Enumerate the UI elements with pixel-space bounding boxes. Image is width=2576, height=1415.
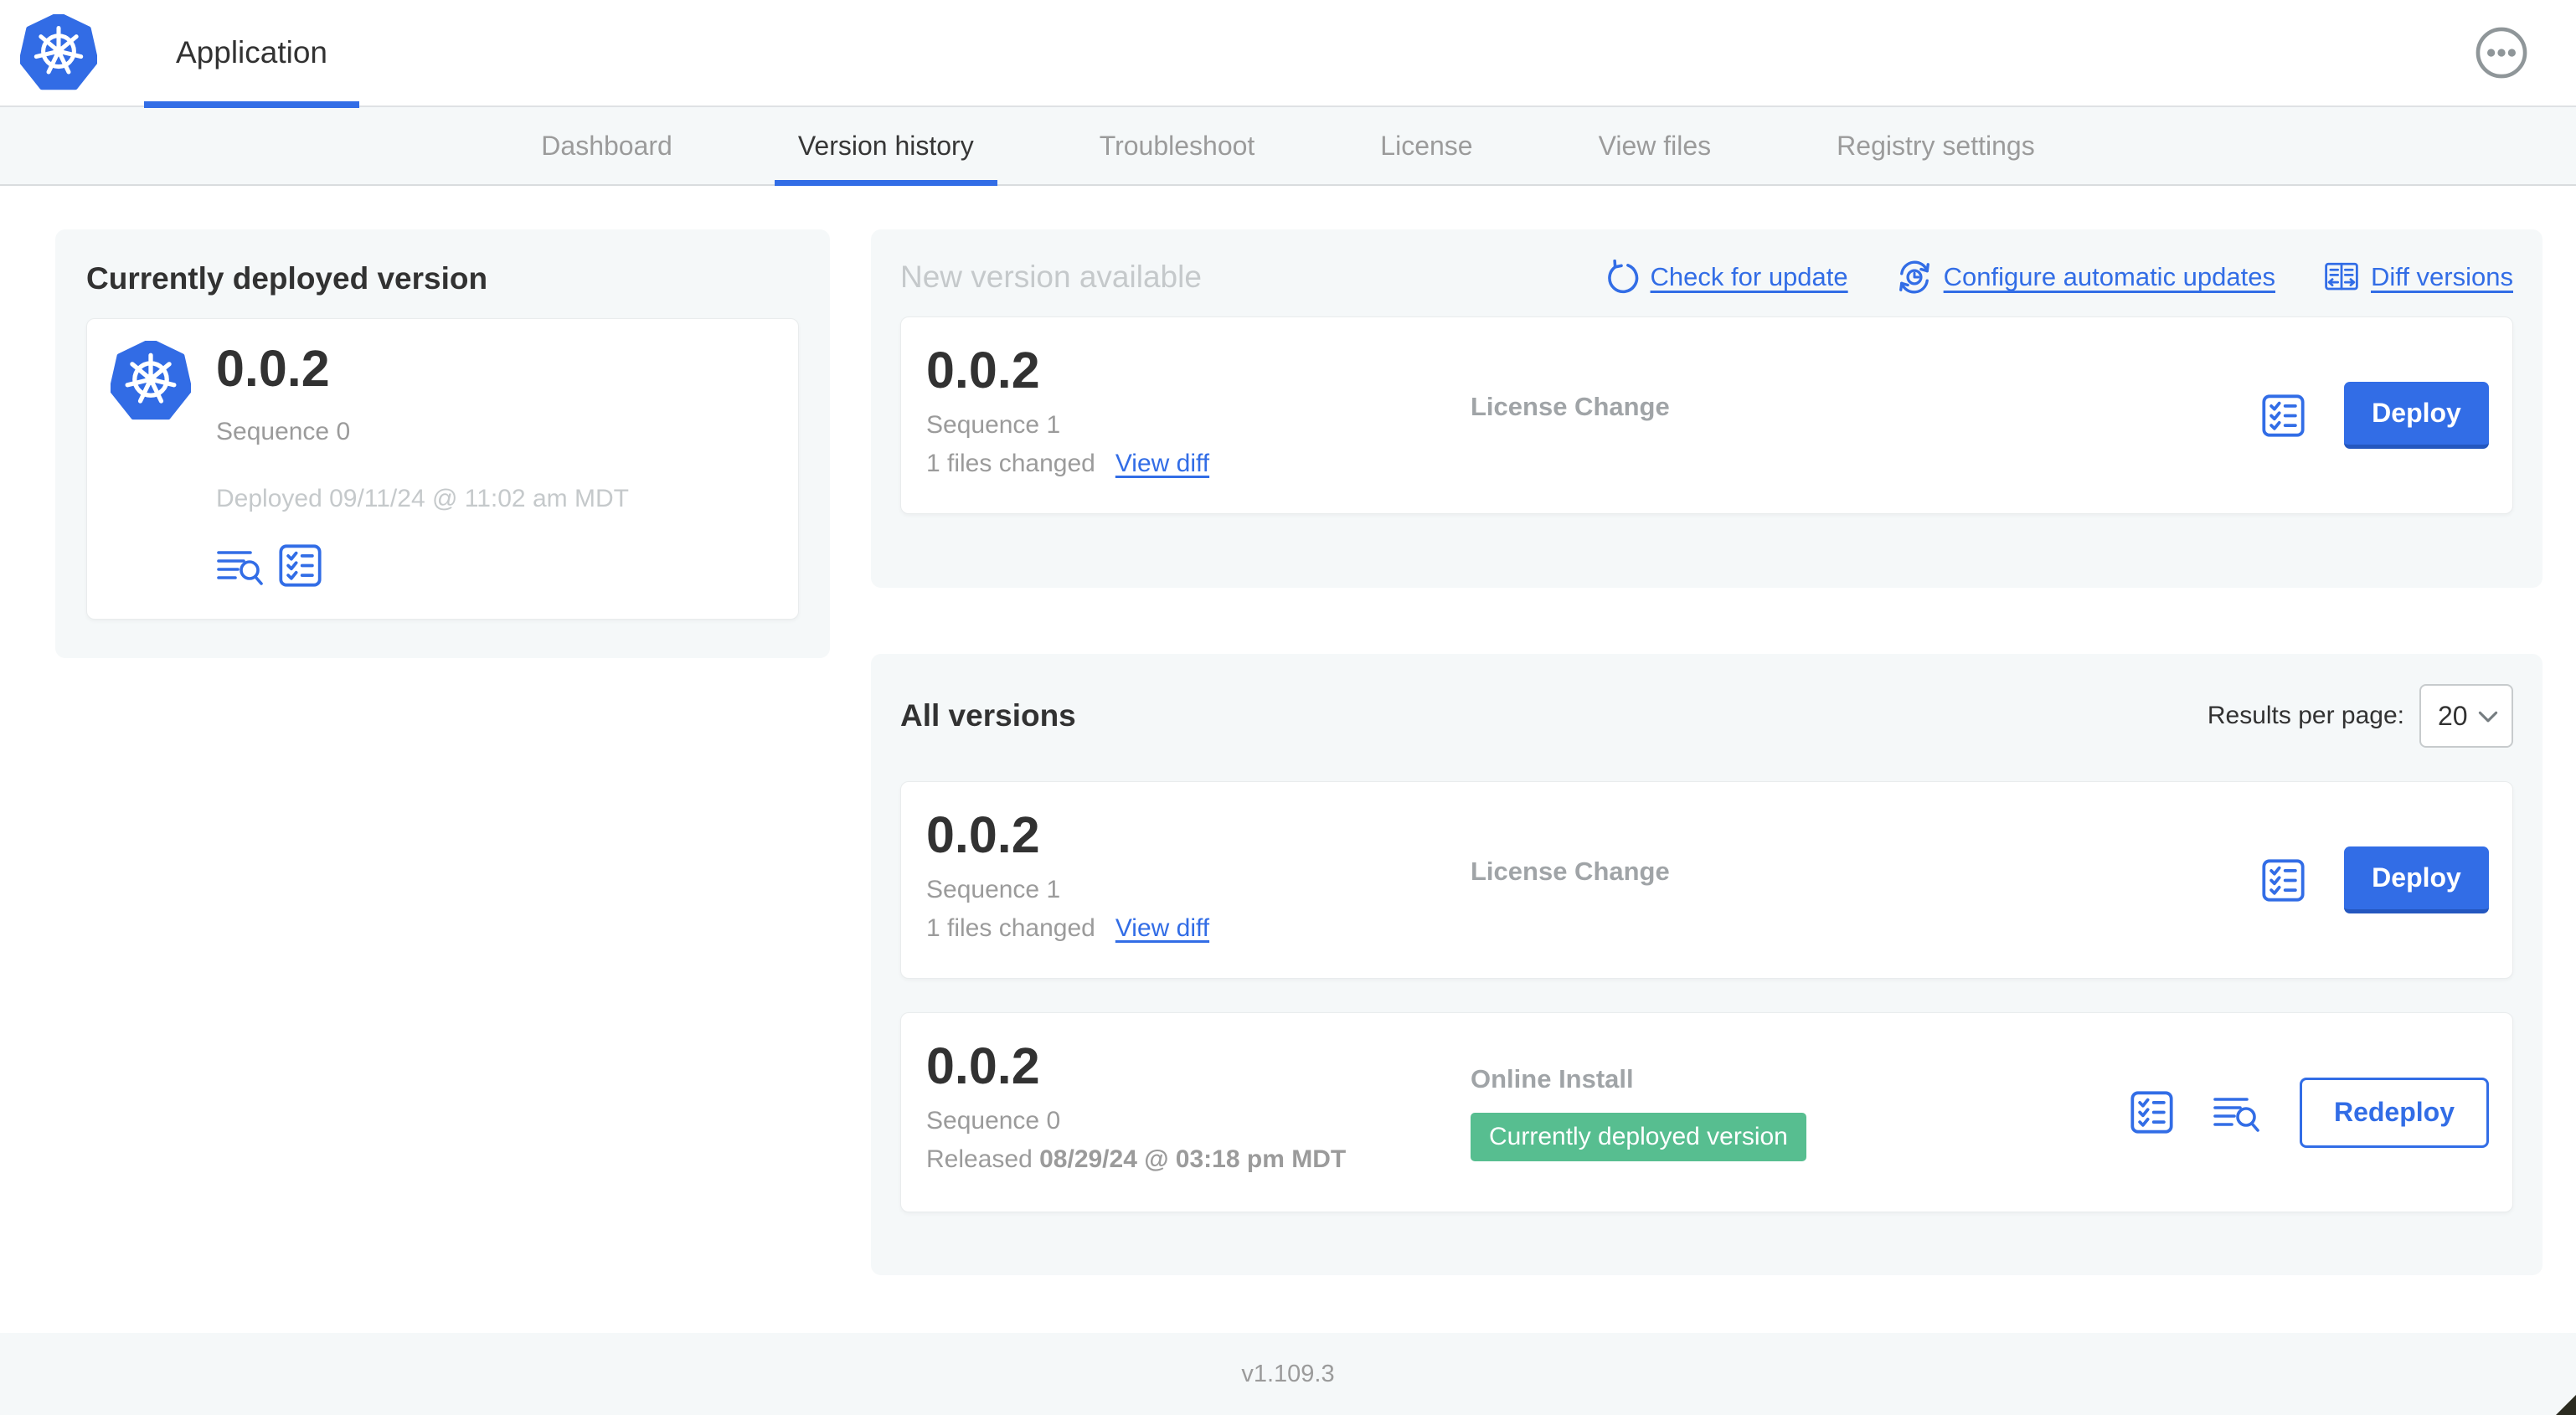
new-version-panel: New version available Check for update C… bbox=[871, 229, 2543, 588]
application-tab[interactable]: Application bbox=[144, 0, 360, 108]
deploy-button[interactable]: Deploy bbox=[2344, 382, 2489, 449]
tab-view-files[interactable]: View files bbox=[1575, 107, 1735, 184]
files-changed-text: 1 files changed bbox=[926, 914, 1095, 943]
version-number: 0.0.2 bbox=[926, 342, 1040, 399]
version-number: 0.0.2 bbox=[926, 806, 1040, 863]
diff-icon bbox=[2325, 262, 2358, 291]
check-for-update-link[interactable]: Check for update bbox=[1604, 260, 1848, 295]
version-source: License Change bbox=[1471, 392, 1670, 421]
configure-automatic-updates-link[interactable]: Configure automatic updates bbox=[1897, 260, 2275, 295]
refresh-icon bbox=[1607, 260, 1638, 294]
results-per-page-label: Results per page: bbox=[2207, 702, 2404, 729]
ellipsis-icon bbox=[2474, 25, 2529, 80]
currently-deployed-panel: Currently deployed version 0.0.2 Sequenc… bbox=[55, 229, 830, 658]
new-version-row: 0.0.2 Sequence 1 1 files changed View di… bbox=[900, 316, 2513, 514]
preflight-checklist-icon bbox=[279, 544, 322, 587]
current-version-deployed-at: Deployed 09/11/24 @ 11:02 am MDT bbox=[216, 485, 629, 513]
mouse-cursor bbox=[2556, 1395, 2576, 1415]
preflight-results-button[interactable] bbox=[2130, 1090, 2174, 1135]
redeploy-button[interactable]: Redeploy bbox=[2299, 1077, 2489, 1148]
version-source: Online Install bbox=[1471, 1063, 1634, 1093]
currently-deployed-title: Currently deployed version bbox=[86, 261, 488, 296]
main-content: Currently deployed version 0.0.2 Sequenc… bbox=[0, 186, 2576, 1333]
deploy-button[interactable]: Deploy bbox=[2344, 846, 2489, 913]
preflight-checklist-icon bbox=[2130, 1091, 2173, 1134]
preflight-results-button[interactable] bbox=[2261, 858, 2306, 903]
all-versions-title: All versions bbox=[900, 698, 1076, 733]
new-version-title: New version available bbox=[900, 260, 1202, 294]
tab-license[interactable]: License bbox=[1357, 107, 1496, 184]
view-diff-link[interactable]: View diff bbox=[1115, 450, 1209, 478]
app-footer: v1.109.3 bbox=[0, 1333, 2576, 1415]
current-version-number: 0.0.2 bbox=[216, 340, 330, 397]
tab-registry-settings[interactable]: Registry settings bbox=[1813, 107, 2058, 184]
more-menu-button[interactable] bbox=[2474, 25, 2529, 80]
console-version-label: v1.109.3 bbox=[1241, 1360, 1335, 1387]
version-number: 0.0.2 bbox=[926, 1037, 1040, 1094]
deploy-logs-icon bbox=[217, 550, 263, 585]
chevron-down-icon bbox=[2478, 711, 2498, 722]
current-version-card: 0.0.2 Sequence 0 Deployed 09/11/24 @ 11:… bbox=[86, 318, 799, 620]
tab-dashboard[interactable]: Dashboard bbox=[518, 107, 696, 184]
view-deploy-logs-button[interactable] bbox=[216, 546, 265, 586]
tab-troubleshoot[interactable]: Troubleshoot bbox=[1076, 107, 1279, 184]
update-schedule-icon bbox=[1899, 260, 1929, 294]
application-tab-label: Application bbox=[176, 35, 328, 69]
diff-versions-link[interactable]: Diff versions bbox=[2324, 260, 2513, 295]
deploy-logs-icon bbox=[2213, 1097, 2259, 1132]
app-subnav: Dashboard Version history Troubleshoot L… bbox=[0, 107, 2576, 186]
kubernetes-logo-icon bbox=[20, 14, 97, 91]
kubernetes-logo-icon bbox=[111, 341, 191, 421]
version-row-sequence-1: 0.0.2 Sequence 1 1 files changed View di… bbox=[900, 781, 2513, 979]
view-deploy-logs-button[interactable] bbox=[2213, 1093, 2261, 1133]
preflight-results-button[interactable] bbox=[278, 543, 322, 588]
tab-version-history[interactable]: Version history bbox=[774, 107, 997, 186]
preflight-checklist-icon bbox=[2262, 858, 2305, 902]
preflight-checklist-icon bbox=[2262, 394, 2305, 437]
view-diff-link[interactable]: View diff bbox=[1115, 914, 1209, 943]
version-sequence: Sequence 0 bbox=[926, 1107, 1061, 1135]
all-versions-panel: All versions Results per page: 20 0.0.2 … bbox=[871, 654, 2543, 1275]
version-sequence: Sequence 1 bbox=[926, 876, 1061, 904]
version-released-at: Released 08/29/24 @ 03:18 pm MDT bbox=[926, 1145, 1347, 1174]
app-header: Application bbox=[0, 0, 2576, 108]
current-version-sequence: Sequence 0 bbox=[216, 418, 351, 446]
preflight-results-button[interactable] bbox=[2261, 394, 2306, 438]
version-row-sequence-0: 0.0.2 Sequence 0 Released 08/29/24 @ 03:… bbox=[900, 1012, 2513, 1212]
version-source: License Change bbox=[1471, 857, 1670, 886]
version-sequence: Sequence 1 bbox=[926, 411, 1061, 440]
results-per-page-select[interactable]: 20 bbox=[2419, 684, 2513, 748]
files-changed-text: 1 files changed bbox=[926, 450, 1095, 478]
currently-deployed-badge: Currently deployed version bbox=[1471, 1112, 1806, 1161]
